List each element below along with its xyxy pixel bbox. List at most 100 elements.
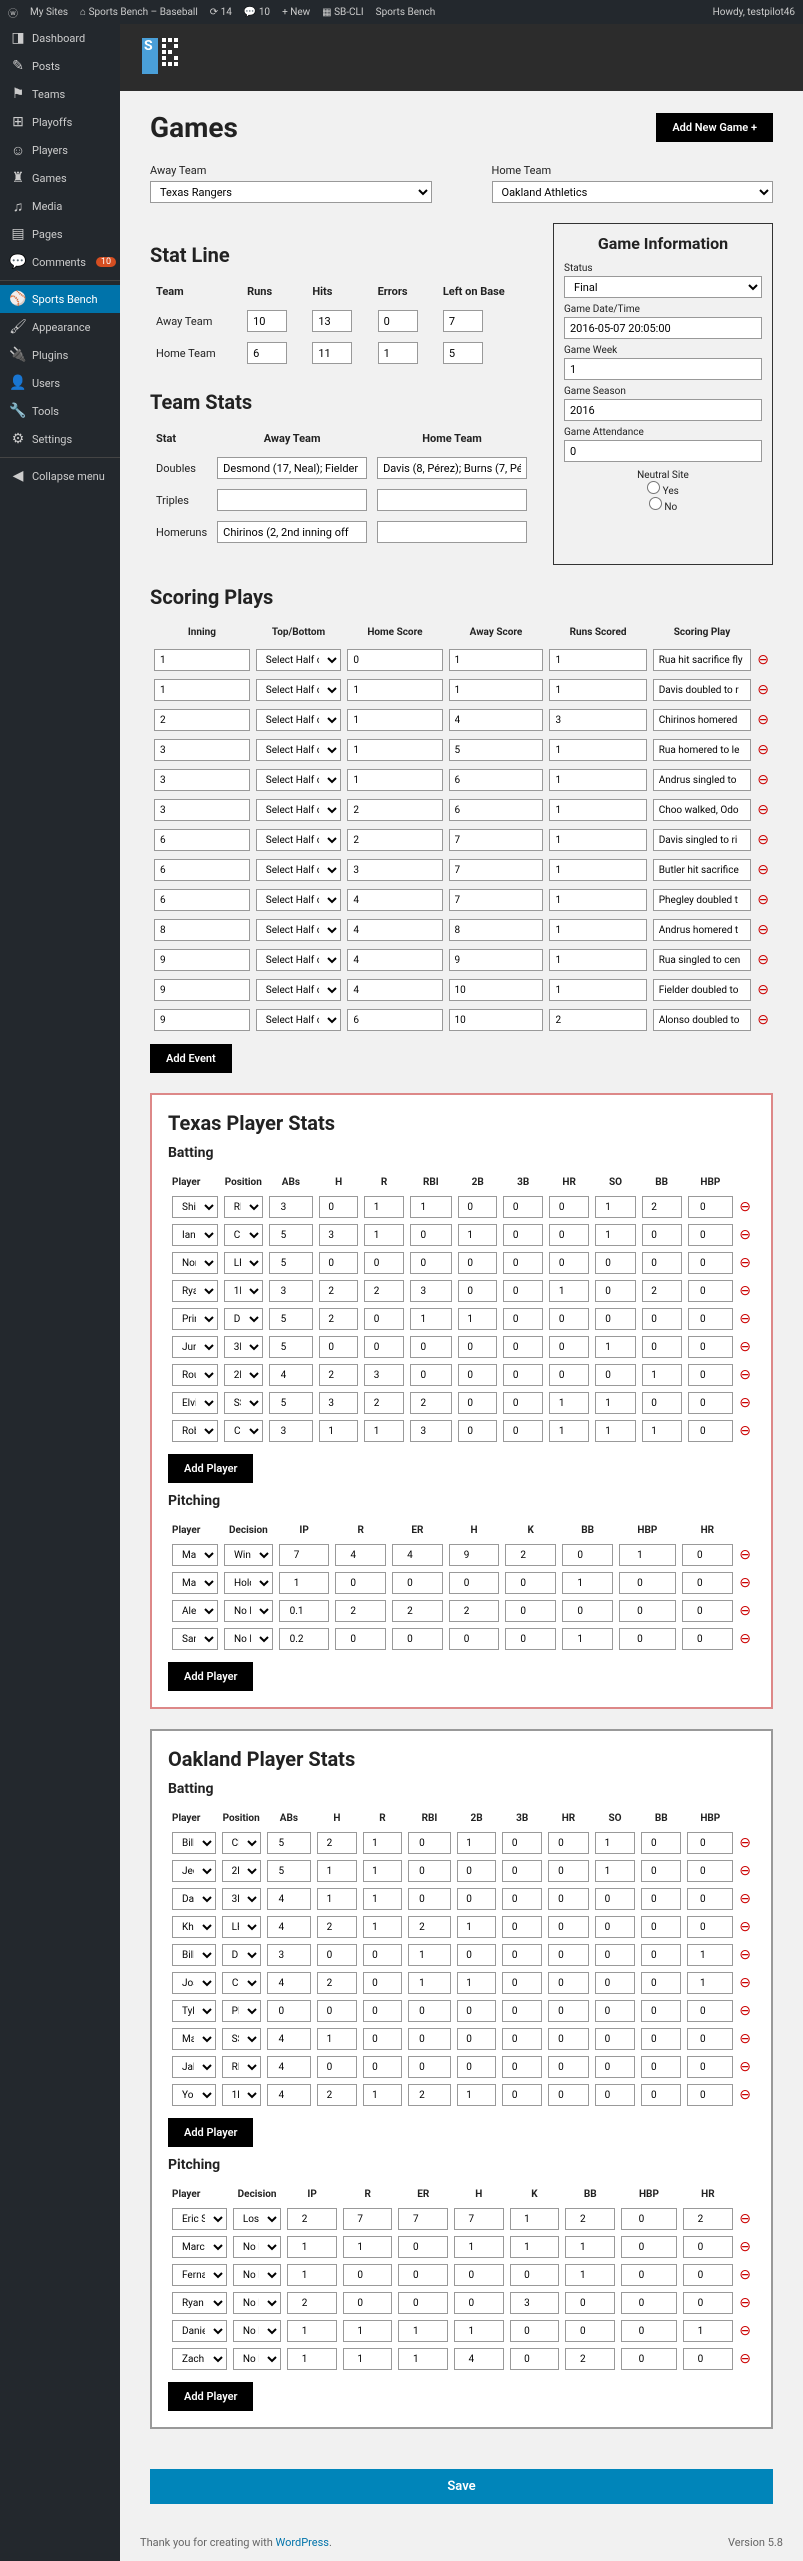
player-select[interactable]: Eric Surkamp: [172, 2208, 227, 2230]
b2-input[interactable]: [457, 1860, 497, 1882]
h-input[interactable]: [317, 1916, 357, 1938]
hr-input[interactable]: [683, 2236, 734, 2258]
sidebar-item-playoffs[interactable]: ⊞Playoffs: [0, 108, 120, 136]
homescore-input[interactable]: [347, 1009, 442, 1031]
b2-input[interactable]: [458, 1280, 497, 1302]
hbp-input[interactable]: [687, 1944, 733, 1966]
datetime-input[interactable]: [564, 317, 762, 339]
position-select[interactable]: SS: [222, 2028, 261, 2050]
delete-row-button[interactable]: ⊖: [755, 676, 771, 704]
sidebar-item-collapse-menu[interactable]: ◀Collapse menu: [0, 462, 120, 490]
homescore-input[interactable]: [347, 979, 442, 1001]
runs-input[interactable]: [247, 342, 287, 364]
k-input[interactable]: [510, 2292, 560, 2314]
hr-input[interactable]: [683, 2208, 734, 2230]
neutral-no[interactable]: No: [649, 502, 677, 513]
b3-input[interactable]: [503, 1336, 542, 1358]
bb-input[interactable]: [641, 2056, 681, 2078]
bb-input[interactable]: [565, 2264, 615, 2286]
half-select[interactable]: Select Half of Inn: [256, 949, 342, 971]
b3-input[interactable]: [503, 1308, 542, 1330]
new-link[interactable]: + New: [282, 7, 310, 18]
h-input[interactable]: [319, 1420, 358, 1442]
sidebar-item-comments[interactable]: 💬Comments10: [0, 248, 120, 276]
sidebar-item-media[interactable]: ♫Media: [0, 192, 120, 220]
awayscore-input[interactable]: [449, 799, 544, 821]
rbi-input[interactable]: [410, 1336, 452, 1358]
player-select[interactable]: Shin-Soo Choo: [172, 1196, 218, 1218]
errors-input[interactable]: [378, 342, 418, 364]
decision-select[interactable]: No Decis: [233, 2292, 281, 2314]
bb-input[interactable]: [641, 2000, 681, 2022]
k-input[interactable]: [510, 2320, 560, 2342]
position-select[interactable]: 1B: [222, 2084, 261, 2106]
sidebar-item-games[interactable]: ♜Games: [0, 164, 120, 192]
errors-input[interactable]: [378, 310, 418, 332]
rbi-input[interactable]: [408, 2084, 451, 2106]
awayscore-input[interactable]: [449, 769, 544, 791]
hbp-input[interactable]: [687, 1888, 733, 1910]
hr-input[interactable]: [683, 2320, 734, 2342]
player-select[interactable]: Billy Butler: [172, 1944, 216, 1966]
hr-input[interactable]: [548, 1972, 589, 1994]
r-input[interactable]: [363, 2028, 403, 2050]
rbi-input[interactable]: [410, 1392, 452, 1414]
inning-input[interactable]: [154, 859, 250, 881]
r-input[interactable]: [335, 1600, 386, 1622]
so-input[interactable]: [595, 2084, 635, 2106]
k-input[interactable]: [505, 1628, 556, 1650]
hbp-input[interactable]: [687, 1916, 733, 1938]
delete-row-button[interactable]: ⊖: [737, 2206, 753, 2232]
b3-input[interactable]: [502, 1832, 542, 1854]
b2-input[interactable]: [457, 2000, 497, 2022]
bb-input[interactable]: [641, 1972, 681, 1994]
delete-row-button[interactable]: ⊖: [737, 1250, 753, 1276]
ip-input[interactable]: [279, 1572, 330, 1594]
position-select[interactable]: RF: [224, 1196, 263, 1218]
inning-input[interactable]: [154, 979, 250, 1001]
ip-input[interactable]: [279, 1544, 330, 1566]
r-input[interactable]: [363, 1888, 403, 1910]
b3-input[interactable]: [503, 1196, 542, 1218]
play-input[interactable]: [653, 709, 752, 731]
player-select[interactable]: Sam Dyson: [172, 1628, 218, 1650]
sidebar-item-teams[interactable]: ⚑Teams: [0, 80, 120, 108]
k-input[interactable]: [510, 2236, 560, 2258]
sitename-link[interactable]: ⌂ Sports Bench – Baseball: [80, 7, 198, 18]
h-input[interactable]: [319, 1392, 358, 1414]
hr-input[interactable]: [548, 2028, 589, 2050]
rbi-input[interactable]: [408, 1860, 451, 1882]
awayscore-input[interactable]: [449, 859, 544, 881]
texas-add-pitcher-button[interactable]: Add Player: [168, 1662, 253, 1691]
mysites-link[interactable]: My Sites: [30, 7, 68, 18]
so-input[interactable]: [595, 1888, 635, 1910]
half-select[interactable]: Select Half of Inn: [256, 829, 342, 851]
play-input[interactable]: [653, 949, 752, 971]
decision-select[interactable]: Hold: [224, 1572, 273, 1594]
bb-input[interactable]: [642, 1196, 682, 1218]
r-input[interactable]: [364, 1224, 403, 1246]
b2-input[interactable]: [457, 1888, 497, 1910]
r-input[interactable]: [335, 1628, 386, 1650]
sbcli-link[interactable]: ▦ SB-CLI: [322, 7, 363, 18]
h-input[interactable]: [449, 1572, 500, 1594]
ab-input[interactable]: [267, 1832, 312, 1854]
away-stat-input[interactable]: [217, 521, 367, 543]
ab-input[interactable]: [269, 1420, 313, 1442]
h-input[interactable]: [317, 2000, 357, 2022]
inning-input[interactable]: [154, 829, 250, 851]
add-event-button[interactable]: Add Event: [150, 1044, 232, 1073]
hbp-input[interactable]: [621, 2208, 676, 2230]
bb-input[interactable]: [642, 1336, 682, 1358]
ip-input[interactable]: [287, 2264, 337, 2286]
delete-row-button[interactable]: ⊖: [737, 2346, 753, 2372]
r-input[interactable]: [363, 1860, 403, 1882]
player-select[interactable]: Billy Burns: [172, 1832, 216, 1854]
b2-input[interactable]: [457, 2028, 497, 2050]
h-input[interactable]: [317, 1972, 357, 1994]
awayscore-input[interactable]: [449, 679, 544, 701]
ab-input[interactable]: [269, 1280, 313, 1302]
er-input[interactable]: [398, 2208, 448, 2230]
play-input[interactable]: [653, 829, 752, 851]
so-input[interactable]: [595, 2000, 635, 2022]
